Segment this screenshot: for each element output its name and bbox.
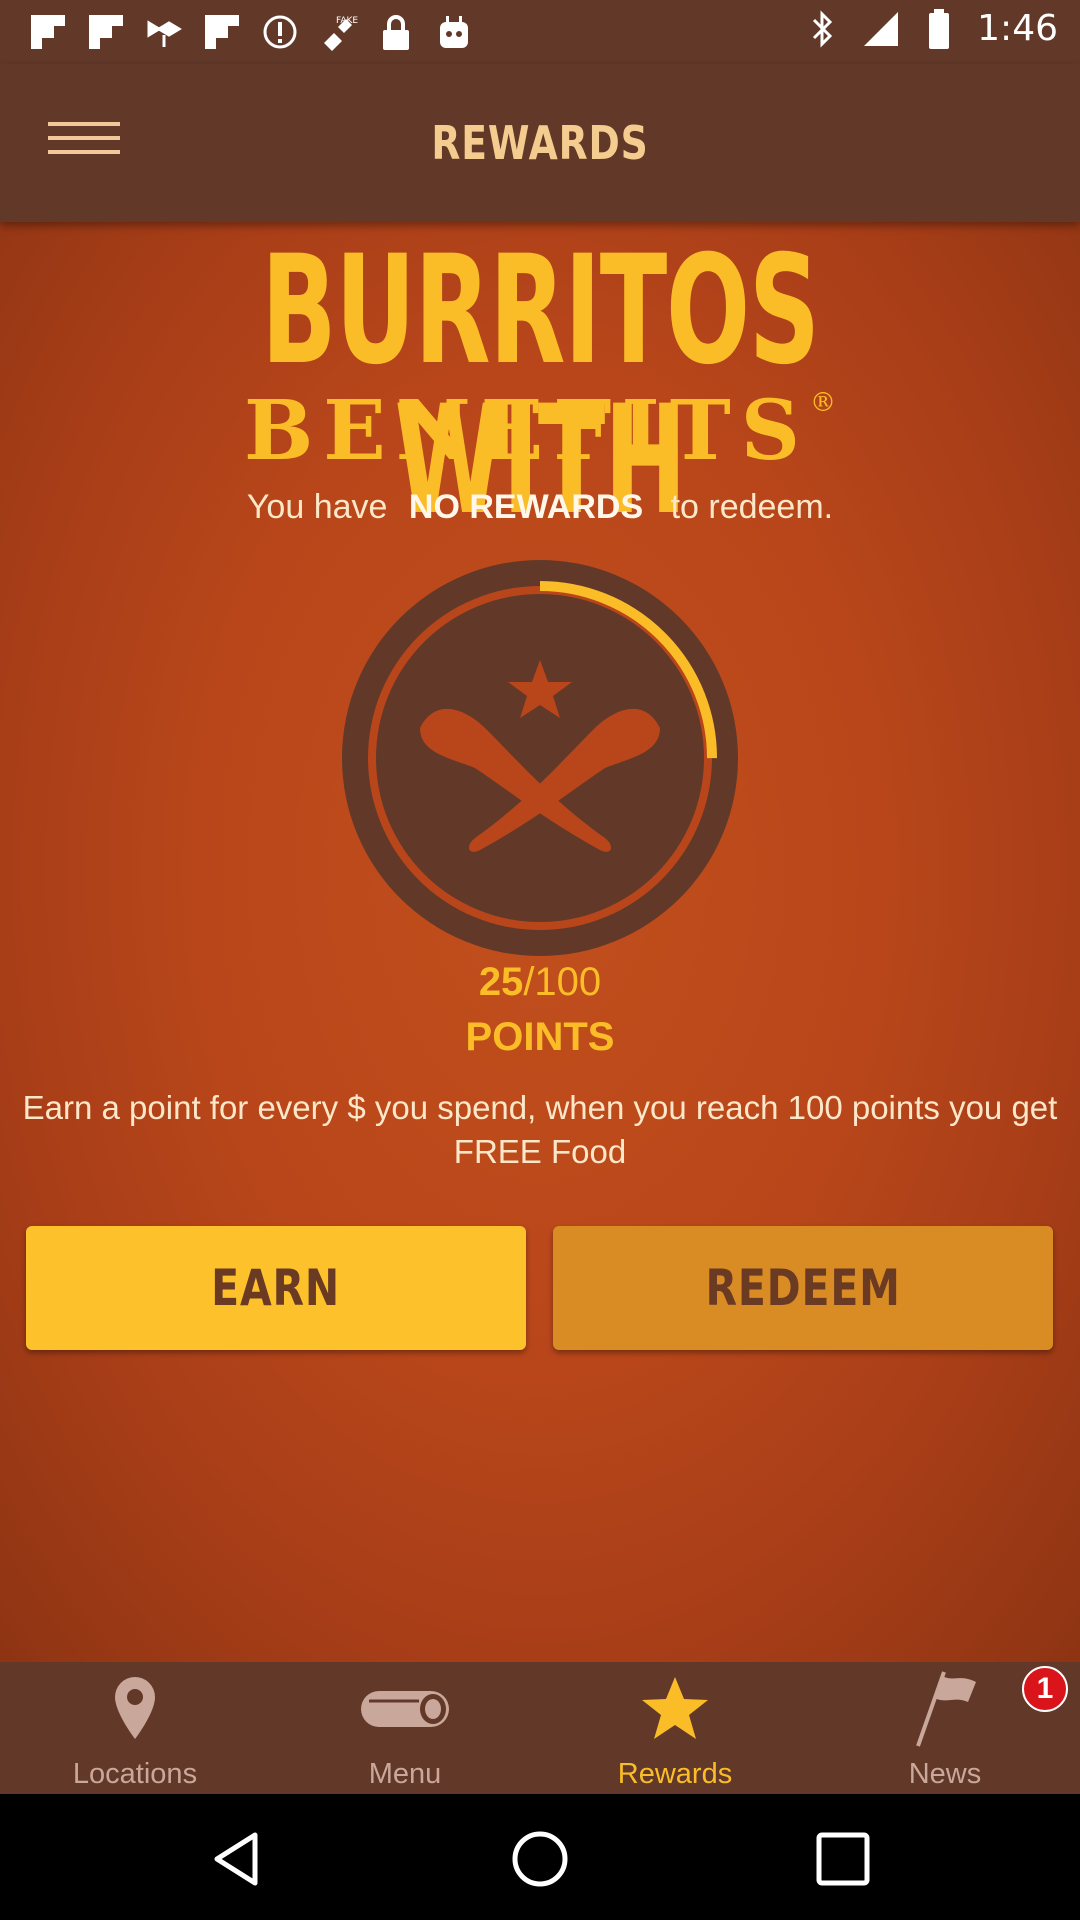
tab-rewards-label: Rewards bbox=[617, 1758, 733, 1790]
earn-button-label: EARN bbox=[211, 1259, 341, 1317]
home-icon[interactable] bbox=[495, 1814, 585, 1904]
tab-menu[interactable]: Menu bbox=[270, 1662, 540, 1794]
satellite-icon bbox=[144, 12, 184, 52]
rewards-content: BURRITOS WITH BENEFITS® You have NO REWA… bbox=[0, 222, 1080, 1662]
bottom-tab-bar: Locations Menu Rewards News bbox=[0, 1662, 1080, 1794]
bluetooth-icon bbox=[803, 9, 843, 49]
alert-icon bbox=[260, 12, 300, 52]
points-explanation: Earn a point for every $ you spend, when… bbox=[22, 1089, 1058, 1170]
status-suffix: to redeem. bbox=[670, 488, 834, 526]
flipboard-icon bbox=[28, 12, 68, 52]
redeem-button[interactable]: REDEEM bbox=[553, 1226, 1053, 1350]
points-total: /100 bbox=[523, 960, 602, 1004]
tab-rewards[interactable]: Rewards bbox=[540, 1662, 810, 1794]
notification-icons: FAKE bbox=[28, 12, 474, 52]
status-bar: FAKE 1:46 bbox=[0, 0, 1080, 64]
burrito-icon bbox=[355, 1668, 455, 1748]
tab-menu-label: Menu bbox=[368, 1758, 442, 1790]
points-label: POINTS bbox=[465, 1015, 615, 1059]
points-progress-ring bbox=[342, 560, 738, 956]
flag-icon bbox=[895, 1668, 995, 1748]
status-highlight: NO REWARDS bbox=[408, 488, 644, 526]
earn-button[interactable]: EARN bbox=[26, 1226, 526, 1350]
subhead: BENEFITS® bbox=[0, 390, 1080, 472]
registered-mark: ® bbox=[810, 388, 837, 418]
satellite-fake-icon: FAKE bbox=[318, 12, 358, 52]
lock-icon bbox=[376, 12, 416, 52]
tab-locations[interactable]: Locations bbox=[0, 1662, 270, 1794]
signal-icon bbox=[861, 9, 901, 49]
flipboard-icon bbox=[86, 12, 126, 52]
news-notification-badge: 1 bbox=[1022, 1666, 1068, 1712]
ring-center bbox=[376, 594, 704, 922]
system-nav-bar bbox=[0, 1794, 1080, 1920]
battery-icon bbox=[919, 8, 959, 49]
system-status: 1:46 bbox=[803, 8, 1058, 49]
star-icon bbox=[625, 1668, 725, 1748]
rewards-status: You have NO REWARDS to redeem. bbox=[0, 488, 1080, 527]
tab-locations-label: Locations bbox=[72, 1758, 198, 1790]
clock: 1:46 bbox=[977, 8, 1058, 49]
points-current: 25 bbox=[478, 960, 524, 1004]
status-prefix: You have bbox=[246, 488, 388, 526]
app-bar: REWARDS bbox=[0, 64, 1080, 222]
recents-icon[interactable] bbox=[798, 1814, 888, 1904]
svg-text:FAKE: FAKE bbox=[336, 16, 358, 26]
flipboard-icon bbox=[202, 12, 242, 52]
redeem-button-label: REDEEM bbox=[705, 1259, 901, 1317]
points-count: 25/100 bbox=[0, 960, 1080, 1005]
page-title: REWARDS bbox=[431, 116, 649, 170]
subhead-text: BENEFITS bbox=[243, 383, 811, 479]
android-icon bbox=[434, 12, 474, 52]
tab-news-label: News bbox=[908, 1758, 982, 1790]
back-icon[interactable] bbox=[192, 1814, 282, 1904]
location-pin-icon bbox=[85, 1668, 185, 1748]
